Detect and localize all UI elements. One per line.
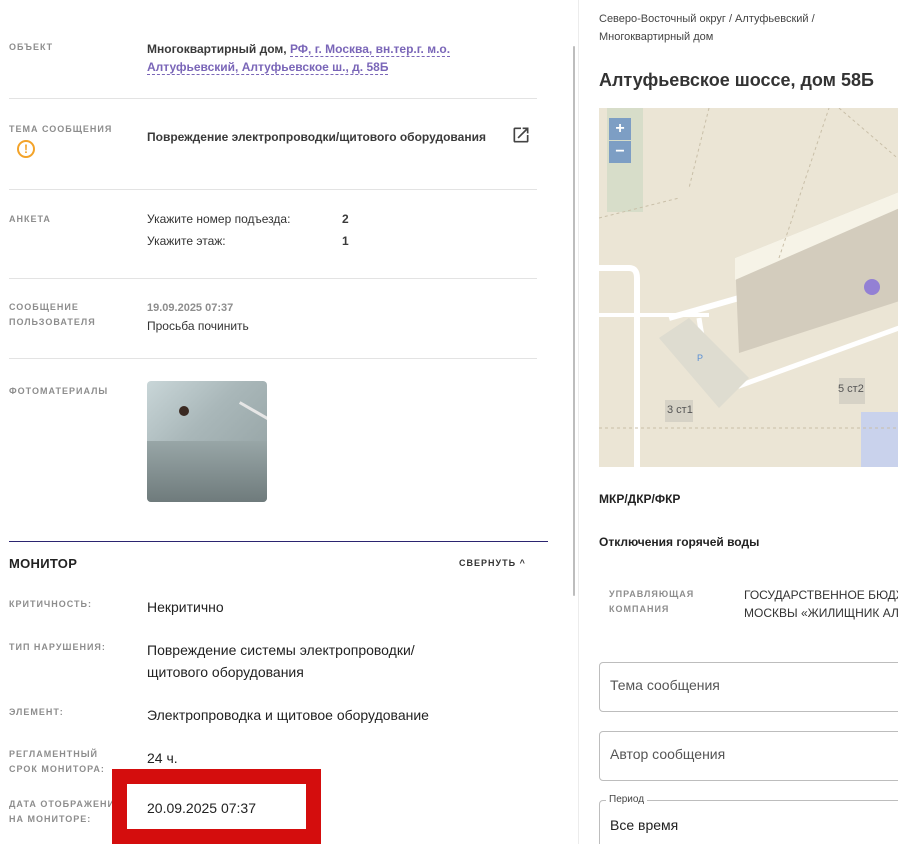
- management-value-line-2: МОСКВЫ «ЖИЛИЩНИК АЛ: [744, 606, 898, 620]
- deadline-value: 24 ч.: [147, 750, 178, 766]
- object-prefix: Многоквартирный дом,: [147, 42, 287, 56]
- map-parking: P: [697, 353, 704, 363]
- topic-value: Повреждение электропроводки/щитового обо…: [147, 130, 486, 144]
- form-label: АНКЕТА: [9, 214, 51, 224]
- breadcrumb: Северо-Восточный округ / Алтуфьевский / …: [599, 10, 859, 46]
- collapse-button[interactable]: СВЕРНУТЬ ^: [459, 558, 526, 568]
- author-filter-field[interactable]: [599, 731, 898, 781]
- map[interactable]: + − 3 ст1 5 ст2 P: [599, 108, 898, 467]
- topic-label: ТЕМА СООБЩЕНИЯ: [9, 124, 113, 134]
- management-label: УПРАВЛЯЮЩАЯ КОМПАНИЯ: [609, 587, 694, 617]
- divider: [9, 278, 537, 279]
- divider: [9, 358, 537, 359]
- user-message-label: СООБЩЕНИЕ: [9, 302, 79, 312]
- panel-divider: [578, 0, 579, 844]
- form-question-1: Укажите номер подъезда:: [147, 212, 291, 226]
- warning-icon: !: [17, 140, 35, 158]
- object-address-link-2[interactable]: Алтуфьевский, Алтуфьевское ш., д. 58Б: [147, 60, 389, 75]
- photo-shadow: [147, 441, 267, 502]
- criticality-label: КРИТИЧНОСТЬ:: [9, 599, 92, 609]
- criticality-value: Некритично: [147, 599, 224, 615]
- form-answer-1: 2: [342, 212, 349, 226]
- user-message-label-2: ПОЛЬЗОВАТЕЛЯ: [9, 317, 96, 327]
- element-label: ЭЛЕМЕНТ:: [9, 707, 64, 717]
- form-answer-2: 1: [342, 234, 349, 248]
- display-date-label: ДАТА ОТОБРАЖЕНИ: [9, 799, 115, 809]
- topic-filter-field[interactable]: [599, 662, 898, 712]
- photos-label: ФОТОМАТЕРИАЛЫ: [9, 386, 109, 396]
- divider: [9, 98, 537, 99]
- deadline-label: РЕГЛАМЕНТНЫЙ: [9, 749, 98, 759]
- display-date-label-2: НА МОНИТОРЕ:: [9, 814, 92, 824]
- period-select[interactable]: Период Все время: [599, 794, 898, 844]
- address-title: Алтуфьевское шоссе, дом 58Б: [599, 70, 874, 90]
- period-value: Все время: [610, 817, 679, 833]
- photo-thumbnail[interactable]: [147, 381, 267, 502]
- message-text: Просьба починить: [147, 319, 249, 333]
- divider: [9, 189, 537, 190]
- hot-water-section[interactable]: Отключения горячей воды: [599, 535, 759, 549]
- monitor-title: МОНИТОР: [9, 556, 78, 571]
- details-panel: ОБЪЕКТ Многоквартирный дом, РФ, г. Москв…: [0, 0, 560, 844]
- management-value: ГОСУДАРСТВЕННОЕ БЮДЖ МОСКВЫ «ЖИЛИЩНИК АЛ: [744, 586, 898, 622]
- mkr-section[interactable]: МКР/ДКР/ФКР: [599, 492, 680, 506]
- violation-type-label: ТИП НАРУШЕНИЯ:: [9, 642, 106, 652]
- violation-type-value: Повреждение системы электропроводки/: [147, 642, 415, 658]
- violation-type-value-2: щитового оборудования: [147, 664, 304, 680]
- object-label: ОБЪЕКТ: [9, 42, 54, 52]
- photo-wire: [238, 401, 267, 424]
- object-panel: Северо-Восточный округ / Алтуфьевский / …: [599, 0, 898, 844]
- form-question-2: Укажите этаж:: [147, 234, 226, 248]
- zoom-out-button[interactable]: −: [609, 141, 631, 163]
- scrollbar[interactable]: [573, 46, 575, 596]
- map-label-3st1: 3 ст1: [667, 404, 693, 416]
- element-value: Электропроводка и щитовое оборудование: [147, 707, 429, 723]
- map-label-5st2: 5 ст2: [838, 383, 864, 395]
- message-timestamp: 19.09.2025 07:37: [147, 302, 234, 314]
- management-label-line-1: УПРАВЛЯЮЩАЯ: [609, 589, 695, 599]
- object-address-link[interactable]: РФ, г. Москва, вн.тер.г. м.о.: [289, 42, 451, 57]
- zoom-in-button[interactable]: +: [609, 118, 631, 140]
- breadcrumb-line-2[interactable]: Многоквартирный дом: [599, 28, 859, 46]
- period-legend: Период: [606, 794, 648, 805]
- monitor-divider: [9, 541, 548, 542]
- topic-filter-input[interactable]: [610, 677, 890, 693]
- author-filter-input[interactable]: [610, 746, 890, 762]
- deadline-label-2: СРОК МОНИТОРА:: [9, 764, 105, 774]
- photo-socket: [179, 406, 189, 416]
- display-date-value: 20.09.2025 07:37: [147, 800, 256, 816]
- map-canvas: [599, 108, 898, 467]
- management-label-line-2: КОМПАНИЯ: [609, 604, 670, 614]
- management-value-line-1: ГОСУДАРСТВЕННОЕ БЮДЖ: [744, 588, 898, 602]
- external-link-icon[interactable]: [511, 125, 531, 145]
- breadcrumb-line-1[interactable]: Северо-Восточный округ / Алтуфьевский /: [599, 10, 859, 28]
- object-value: Многоквартирный дом, РФ, г. Москва, вн.т…: [147, 40, 451, 76]
